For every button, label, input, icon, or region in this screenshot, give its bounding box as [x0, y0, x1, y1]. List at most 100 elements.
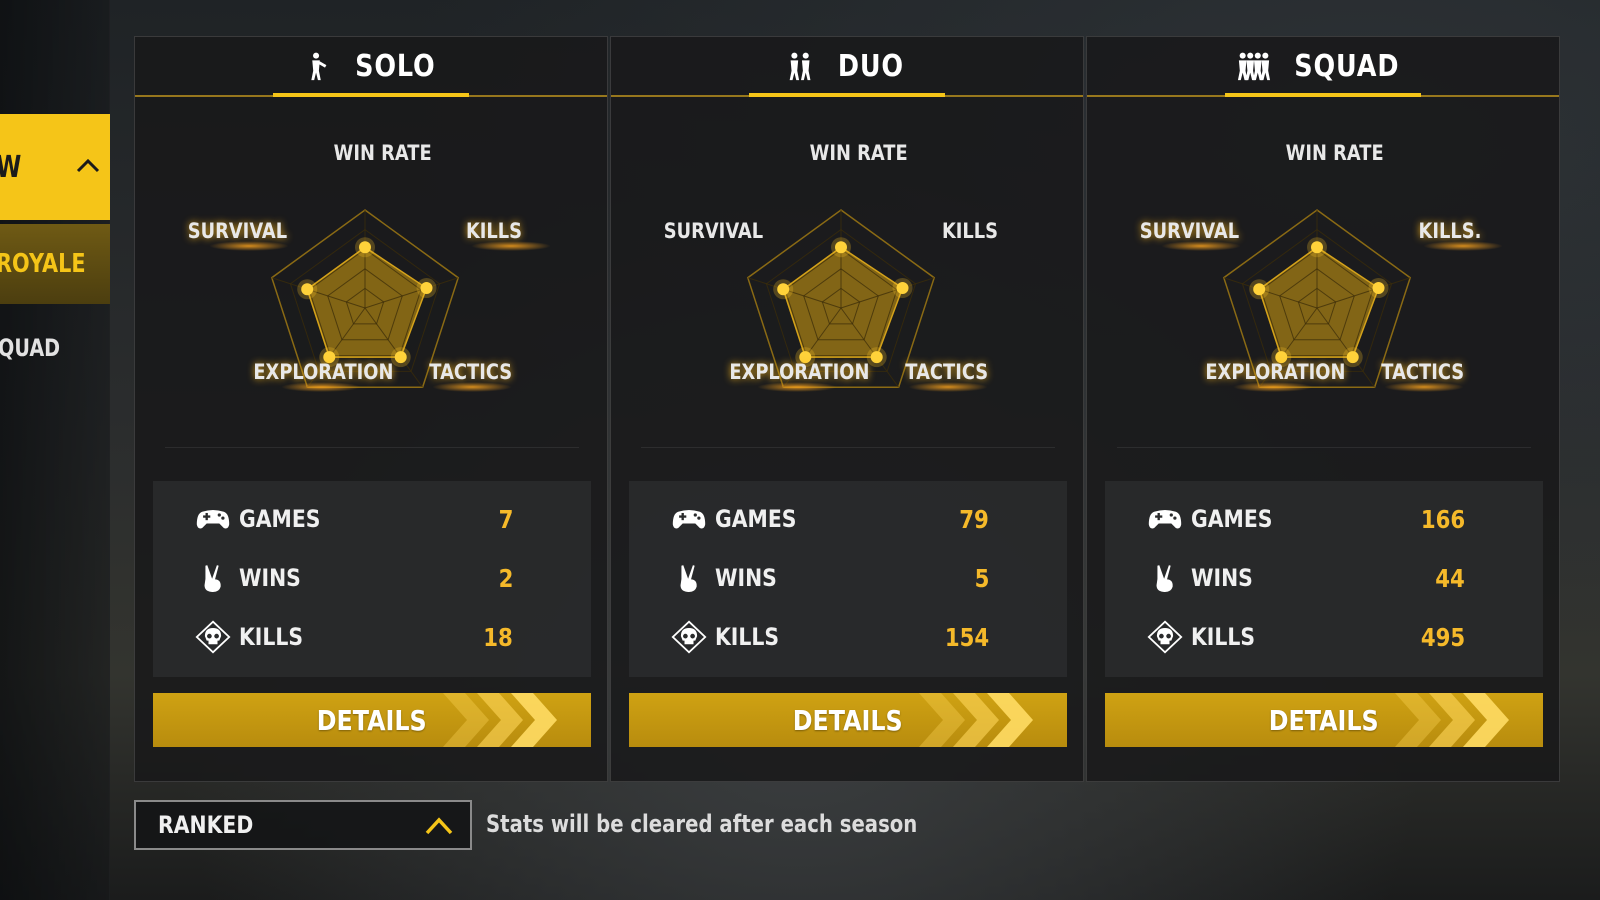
stat-value: 7 [498, 504, 513, 534]
mode-title: SOLO [354, 48, 436, 84]
sidebar-item-label: W [0, 150, 21, 185]
active-tab-underline [749, 93, 945, 97]
stat-row-wins: WINS 5 [629, 553, 1067, 603]
stat-value: 5 [974, 563, 989, 593]
radar-axis-label: KILLS [465, 219, 523, 243]
stat-label: WINS [715, 564, 777, 592]
stat-label: WINS [1191, 564, 1253, 592]
stat-row-games: GAMES 166 [1105, 494, 1543, 544]
stat-value: 495 [1420, 622, 1465, 652]
stat-label: GAMES [239, 505, 321, 533]
sidebar-item-royale[interactable]: ROYALE [0, 224, 110, 304]
stat-value: 166 [1420, 504, 1465, 534]
divider [641, 447, 1055, 448]
radar-point [1253, 283, 1266, 296]
stat-row-kills: KILLS 154 [629, 612, 1067, 662]
chevron-arrows-icon [1395, 693, 1509, 747]
radar-svg [1222, 209, 1412, 389]
season-reset-note: Stats will be cleared after each season [486, 810, 918, 838]
duo-stats-panel: DUO WIN RATE KILLS TACTICS EXPLORATION SURVIV… [610, 36, 1084, 782]
stat-row-kills: KILLS 18 [153, 612, 591, 662]
details-button-label: DETAILS [317, 703, 427, 737]
chevron-up-icon [425, 817, 453, 835]
victory-hand-icon [1155, 563, 1174, 594]
duo-players-icon [789, 52, 811, 81]
stat-value: 154 [944, 622, 989, 652]
radar-axis-label: SURVIVAL [187, 219, 288, 243]
divider [165, 447, 579, 448]
stat-row-games: GAMES 7 [153, 494, 591, 544]
radar-point [394, 351, 407, 364]
active-tab-underline [1225, 93, 1421, 97]
radar-point [1346, 351, 1359, 364]
skull-icon [195, 620, 231, 654]
radar-point [896, 282, 909, 295]
solo-stats-panel: SOLO WIN RATE KILLS TACTICS EXPLORATION SURVI… [134, 36, 608, 782]
season-type-select[interactable]: RANKED [134, 800, 472, 850]
gamepad-icon [196, 510, 230, 529]
radar-axis-label: SURVIVAL [663, 219, 764, 243]
tab-mode[interactable]: SQUAD [1087, 37, 1559, 97]
stats-table: GAMES 166 WINS 44 KILLS 495 [1105, 481, 1543, 677]
sidebar-item-label: ROYALE [0, 249, 86, 279]
radar-chart: WIN RATE KILLS. TACTICS EXPLORATION SURVIVAL [1087, 133, 1561, 433]
squad-stats-panel: SQUAD WIN RATE KILLS. TACTICS EXPLORATION SUR… [1086, 36, 1560, 782]
stat-value: 18 [483, 622, 513, 652]
stats-table: GAMES 7 WINS 2 KILLS 18 [153, 481, 591, 677]
mode-title: DUO [837, 48, 905, 84]
stats-table: GAMES 79 WINS 5 KILLS 154 [629, 481, 1067, 677]
stat-row-wins: WINS 2 [153, 553, 591, 603]
stat-value: 79 [959, 504, 989, 534]
radar-axis-label: WIN RATE [809, 141, 908, 165]
sidebar-item-label: QUAD [0, 334, 61, 362]
details-button[interactable]: DETAILS [629, 693, 1067, 747]
season-type-value: RANKED [158, 811, 254, 839]
chevron-arrows-icon [443, 693, 557, 747]
squad-players-icon [1238, 52, 1271, 81]
sidebar-item-squad[interactable]: QUAD [0, 326, 110, 370]
stat-row-wins: WINS 44 [1105, 553, 1543, 603]
victory-hand-icon [203, 563, 222, 594]
radar-point [420, 282, 433, 295]
stat-row-games: GAMES 79 [629, 494, 1067, 544]
radar-chart: WIN RATE KILLS TACTICS EXPLORATION SURVIVAL [135, 133, 609, 433]
details-button-label: DETAILS [793, 703, 903, 737]
details-button[interactable]: DETAILS [1105, 693, 1543, 747]
radar-axis-label: WIN RATE [1285, 141, 1384, 165]
details-button[interactable]: DETAILS [153, 693, 591, 747]
radar-axis-label: EXPLORATION [1205, 360, 1346, 384]
chevron-up-icon [76, 158, 100, 173]
radar-axis-label: KILLS [941, 219, 999, 243]
mode-title: SQUAD [1294, 48, 1400, 84]
sidebar-item-active[interactable]: W [0, 114, 110, 220]
stat-label: WINS [239, 564, 301, 592]
tab-mode[interactable]: DUO [611, 37, 1083, 97]
radar-point [870, 351, 883, 364]
stat-label: KILLS [715, 623, 780, 651]
radar-point [1311, 241, 1323, 254]
radar-svg [746, 209, 936, 389]
radar-axis-label: TACTICS [429, 360, 513, 384]
skull-icon [671, 620, 707, 654]
radar-axis-label: TACTICS [905, 360, 989, 384]
radar-axis-label: KILLS. [1418, 219, 1482, 243]
radar-axis-label: WIN RATE [333, 141, 432, 165]
details-button-label: DETAILS [1269, 703, 1379, 737]
tab-mode[interactable]: SOLO [135, 37, 607, 97]
active-tab-underline [273, 93, 469, 97]
victory-hand-icon [679, 563, 698, 594]
radar-point [359, 241, 371, 254]
stat-row-kills: KILLS 495 [1105, 612, 1543, 662]
stat-value: 44 [1435, 563, 1465, 593]
divider [1117, 447, 1531, 448]
radar-point [835, 241, 847, 254]
solo-player-icon [310, 52, 327, 81]
stat-value: 2 [498, 563, 513, 593]
radar-axis-label: TACTICS [1381, 360, 1465, 384]
stat-label: KILLS [239, 623, 304, 651]
radar-svg [270, 209, 460, 389]
mode-sidebar: W ROYALE QUAD [0, 0, 110, 900]
gamepad-icon [1148, 510, 1182, 529]
gamepad-icon [672, 510, 706, 529]
radar-point [1372, 282, 1385, 295]
